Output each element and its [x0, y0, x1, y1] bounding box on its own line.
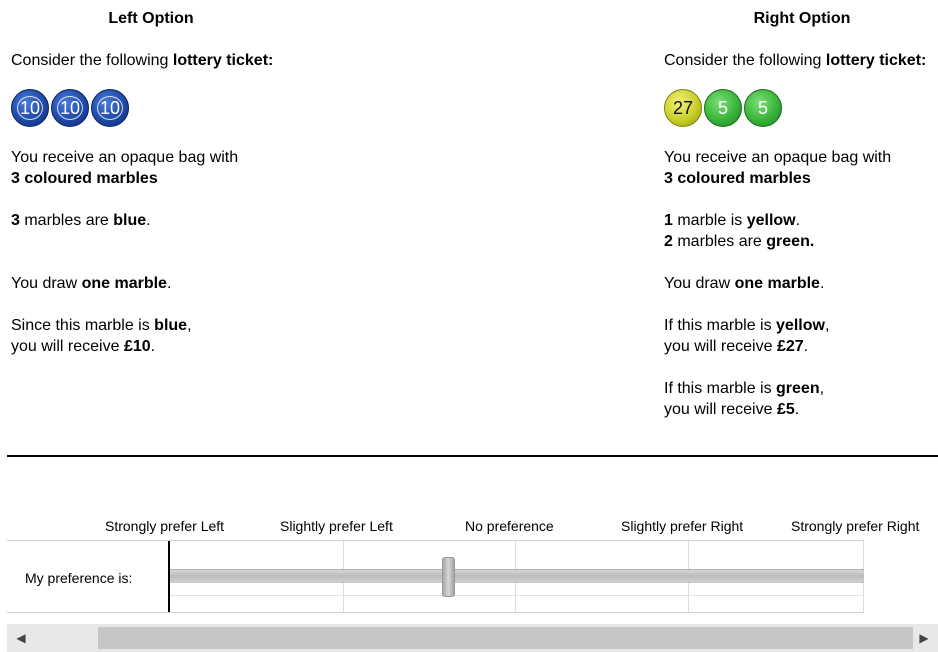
- right-m2-count: 2: [664, 233, 673, 250]
- left-bag-text: You receive an opaque bag with 3 coloure…: [11, 147, 301, 189]
- right-draw-bold: one marble: [734, 275, 820, 292]
- right-outcome1-text: If this marble is yellow, you will recei…: [664, 315, 938, 357]
- left-since-pre: Since this marble is: [11, 317, 155, 334]
- preference-scale-labels: Strongly prefer Left Slightly prefer Lef…: [0, 516, 938, 536]
- ball-label: 10: [57, 96, 83, 120]
- ball-label: 27: [672, 97, 694, 118]
- left-bag-line1: You receive an opaque bag with: [11, 149, 239, 166]
- left-marble-count: 3: [11, 212, 20, 229]
- scroll-right-arrow-icon[interactable]: ▶: [910, 624, 938, 652]
- ball-label: 10: [97, 96, 123, 120]
- left-marble-text: 3 marbles are blue.: [11, 210, 301, 231]
- left-marble-end: .: [146, 212, 151, 229]
- left-option-panel: Left Option Consider the following lotte…: [11, 8, 301, 378]
- left-draw-end: .: [166, 275, 172, 292]
- lottery-ball-yellow: 27: [664, 89, 702, 127]
- lottery-ball-blue: 10: [51, 89, 89, 127]
- right-rec1-end: .: [803, 338, 809, 355]
- right-rec1-pre: you will receive: [664, 338, 777, 355]
- left-lottery-balls: 10 10 10: [11, 89, 301, 129]
- right-m2-mid: marbles are: [672, 233, 767, 250]
- right-intro: Consider the following lottery ticket:: [664, 50, 938, 71]
- right-m1-color: yellow: [746, 212, 796, 229]
- left-outcome-text: Since this marble is blue, you will rece…: [11, 315, 301, 357]
- right-m1-end: .: [795, 212, 801, 229]
- left-draw-text: You draw one marble.: [11, 273, 301, 294]
- preference-slider-thumb[interactable]: [442, 557, 455, 597]
- scale-label-strongly-left: Strongly prefer Left: [105, 518, 225, 534]
- right-intro-text: Consider the following: [664, 52, 826, 69]
- ball-label: 5: [757, 97, 768, 118]
- right-m1-count: 1: [664, 212, 673, 229]
- right-draw-text: You draw one marble.: [664, 273, 938, 294]
- left-marble-mid: marbles are: [19, 212, 114, 229]
- ball-label: 5: [717, 97, 728, 118]
- right-if2-end: ,: [819, 380, 825, 397]
- right-m1-mid: marble is: [672, 212, 747, 229]
- grid-line: [170, 595, 864, 596]
- lottery-ball-green: 5: [744, 89, 782, 127]
- left-intro-bold: lottery ticket:: [172, 52, 274, 69]
- right-rec2-pre: you will receive: [664, 401, 777, 418]
- right-m2-color: green.: [766, 233, 815, 250]
- right-bag-line2: 3 coloured marbles: [664, 170, 811, 187]
- lottery-ball-blue: 10: [91, 89, 129, 127]
- right-rec2-end: .: [794, 401, 800, 418]
- left-bag-line2: 3 coloured marbles: [11, 170, 158, 187]
- left-option-title: Left Option: [108, 10, 194, 27]
- right-if2-bold: green: [776, 380, 820, 397]
- right-bag-text: You receive an opaque bag with 3 coloure…: [664, 147, 938, 189]
- left-receive-amount: £10: [123, 338, 151, 355]
- right-rec1-amount: £27: [776, 338, 804, 355]
- left-receive-end: .: [150, 338, 156, 355]
- left-draw-bold: one marble: [81, 275, 167, 292]
- right-rec2-amount: £5: [776, 401, 795, 418]
- left-intro-text: Consider the following: [11, 52, 173, 69]
- left-intro: Consider the following lottery ticket:: [11, 50, 301, 71]
- scale-label-slightly-left: Slightly prefer Left: [280, 518, 393, 534]
- left-marble-color: blue: [113, 212, 147, 229]
- left-since-end: ,: [187, 317, 192, 334]
- section-divider: [7, 455, 938, 457]
- lottery-ball-green: 5: [704, 89, 742, 127]
- right-marble-text: 1 marble is yellow. 2 marbles are green.: [664, 210, 938, 252]
- scroll-left-arrow-icon[interactable]: ◀: [7, 624, 35, 652]
- right-if1-bold: yellow: [776, 317, 825, 334]
- preference-row-label: My preference is:: [25, 570, 133, 586]
- scrollbar-thumb[interactable]: [98, 627, 913, 649]
- right-if1-end: ,: [824, 317, 830, 334]
- left-since-bold: blue: [154, 317, 188, 334]
- right-intro-bold: lottery ticket:: [825, 52, 927, 69]
- right-bag-line1: You receive an opaque bag with: [664, 149, 892, 166]
- horizontal-scrollbar[interactable]: ◀ ▶: [7, 624, 938, 652]
- right-draw-end: .: [819, 275, 825, 292]
- left-receive-pre: you will receive: [11, 338, 124, 355]
- scale-label-no-preference: No preference: [465, 518, 554, 534]
- right-outcome2-text: If this marble is green, you will receiv…: [664, 378, 938, 420]
- right-option-title: Right Option: [753, 10, 851, 27]
- lottery-ball-blue: 10: [11, 89, 49, 127]
- scale-label-strongly-right: Strongly prefer Right: [791, 518, 920, 534]
- right-if2-pre: If this marble is: [664, 380, 777, 397]
- right-if1-pre: If this marble is: [664, 317, 777, 334]
- right-option-panel: Right Option Consider the following lott…: [664, 8, 938, 441]
- preference-slider-track[interactable]: [170, 569, 864, 583]
- left-draw-pre: You draw: [11, 275, 82, 292]
- right-lottery-balls: 27 5 5: [664, 89, 938, 129]
- ball-label: 10: [17, 96, 43, 120]
- scale-label-slightly-right: Slightly prefer Right: [621, 518, 744, 534]
- right-draw-pre: You draw: [664, 275, 735, 292]
- preference-row: My preference is:: [7, 540, 864, 613]
